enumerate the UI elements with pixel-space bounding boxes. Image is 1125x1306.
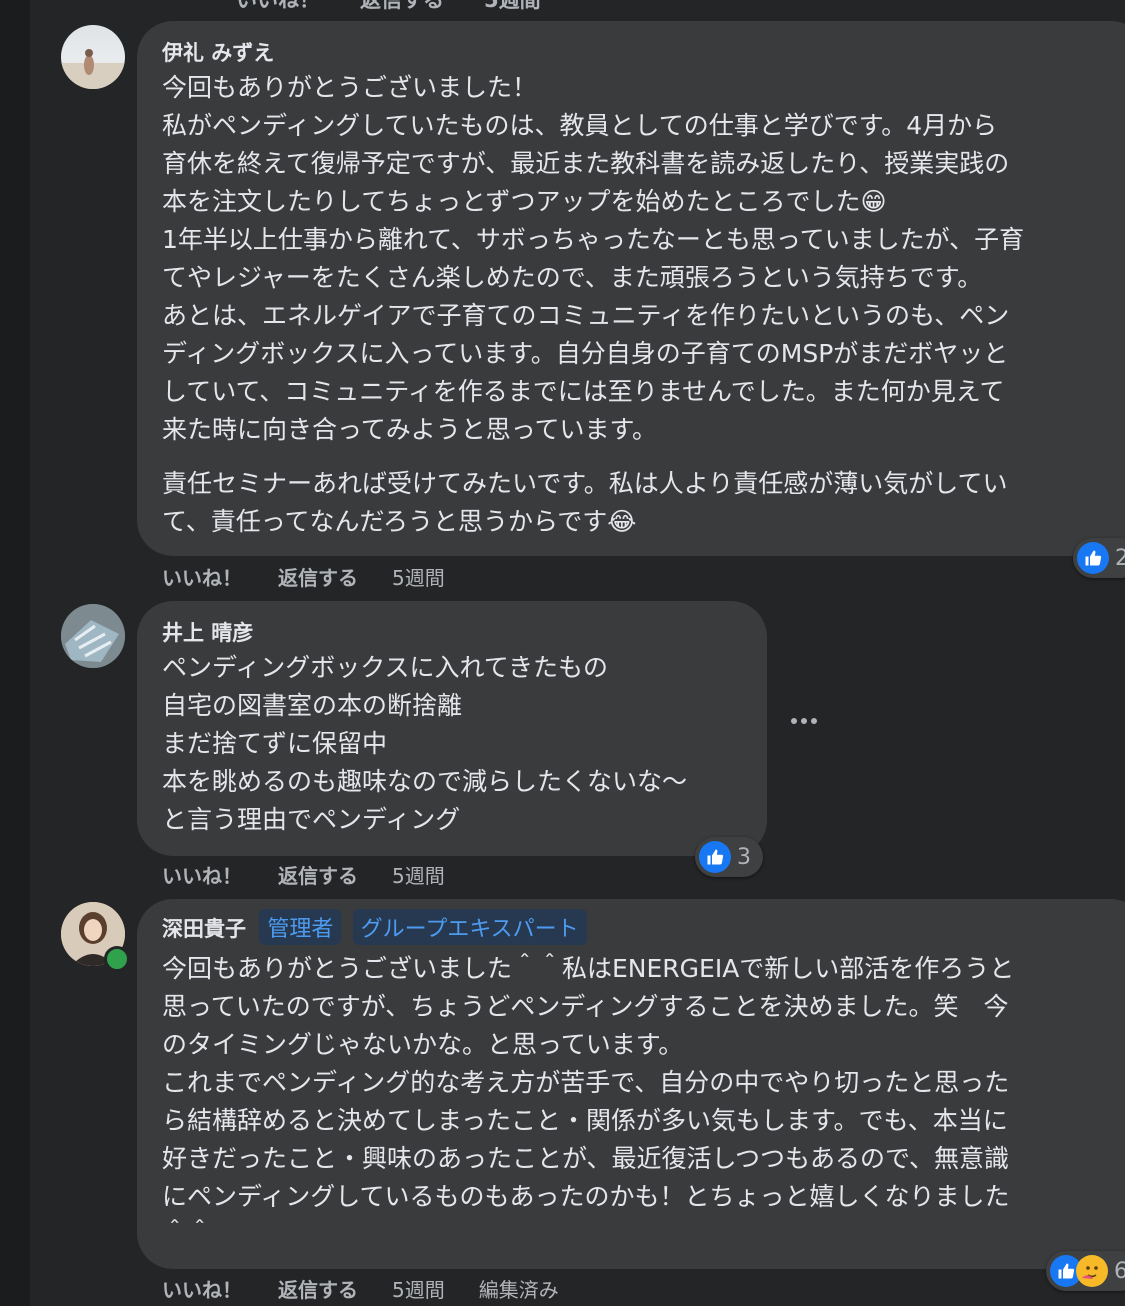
timestamp[interactable]: 5週間: [484, 0, 541, 12]
reaction-summary[interactable]: 6: [1046, 1251, 1125, 1291]
avatar-image: [61, 49, 125, 89]
reaction-count: 6: [1114, 1258, 1125, 1284]
comment-actions: いいね！ 返信する 5週間: [162, 860, 445, 889]
comment-text: 今回もありがとうございました！ 私がペンディングしていたものは、教員としての仕事…: [162, 73, 1025, 444]
comment-text-2: 責任セミナーあれば受けてみたいです。私は人より責任感が薄い気がしてい て、責任っ…: [162, 469, 1008, 536]
commenter-name[interactable]: 伊礼 みずえ: [162, 37, 274, 67]
like-icon: [699, 841, 731, 873]
reaction-count: 2: [1115, 545, 1125, 571]
reply-link[interactable]: 返信する: [278, 562, 358, 591]
like-link[interactable]: いいね！: [236, 0, 320, 12]
commenter-name[interactable]: 井上 晴彦: [162, 617, 253, 647]
reaction-summary[interactable]: 3: [695, 837, 763, 877]
avatar-inoue[interactable]: [61, 604, 125, 668]
like-link[interactable]: いいね！: [162, 860, 242, 889]
avatar-irei[interactable]: [61, 25, 125, 89]
previous-comment-actions: いいね！ 返信する 5週間: [236, 0, 581, 14]
reply-link[interactable]: 返信する: [360, 0, 444, 12]
more-options-icon[interactable]: [791, 718, 817, 724]
left-rail: [0, 0, 30, 1306]
timestamp[interactable]: 5週間: [392, 562, 445, 591]
timestamp[interactable]: 5週間: [392, 1274, 445, 1303]
like-icon: [1077, 542, 1109, 574]
avatar-image: [61, 604, 125, 668]
timestamp[interactable]: 5週間: [392, 860, 445, 889]
comment-actions: いいね！ 返信する 5週間 編集済み: [162, 1274, 559, 1303]
commenter-name[interactable]: 深田貴子: [162, 917, 246, 941]
commenter-name-row: 深田貴子 管理者 グループエキスパート: [162, 909, 587, 945]
comment-text: ペンディングボックスに入れてきたもの 自宅の図書室の本の断捨離 まだ捨てずに保留…: [162, 653, 688, 834]
group-expert-badge[interactable]: グループエキスパート: [352, 909, 587, 945]
like-link[interactable]: いいね！: [162, 562, 242, 591]
edited-label: 編集済み: [478, 1278, 559, 1302]
reaction-summary[interactable]: 2: [1073, 538, 1125, 578]
comment-text: 今回もありがとうございました＾＾私はENERGEIAで新しい部活を作ろうと 思っ…: [162, 954, 1015, 1228]
admin-badge[interactable]: 管理者: [259, 909, 342, 945]
care-icon: [1076, 1255, 1108, 1287]
like-link[interactable]: いいね！: [162, 1274, 242, 1303]
reply-link[interactable]: 返信する: [278, 860, 358, 889]
reply-link[interactable]: 返信する: [278, 1274, 358, 1303]
reaction-count: 3: [737, 844, 751, 870]
online-status-dot: [104, 946, 130, 972]
comment-actions: いいね！ 返信する 5週間: [162, 562, 445, 591]
